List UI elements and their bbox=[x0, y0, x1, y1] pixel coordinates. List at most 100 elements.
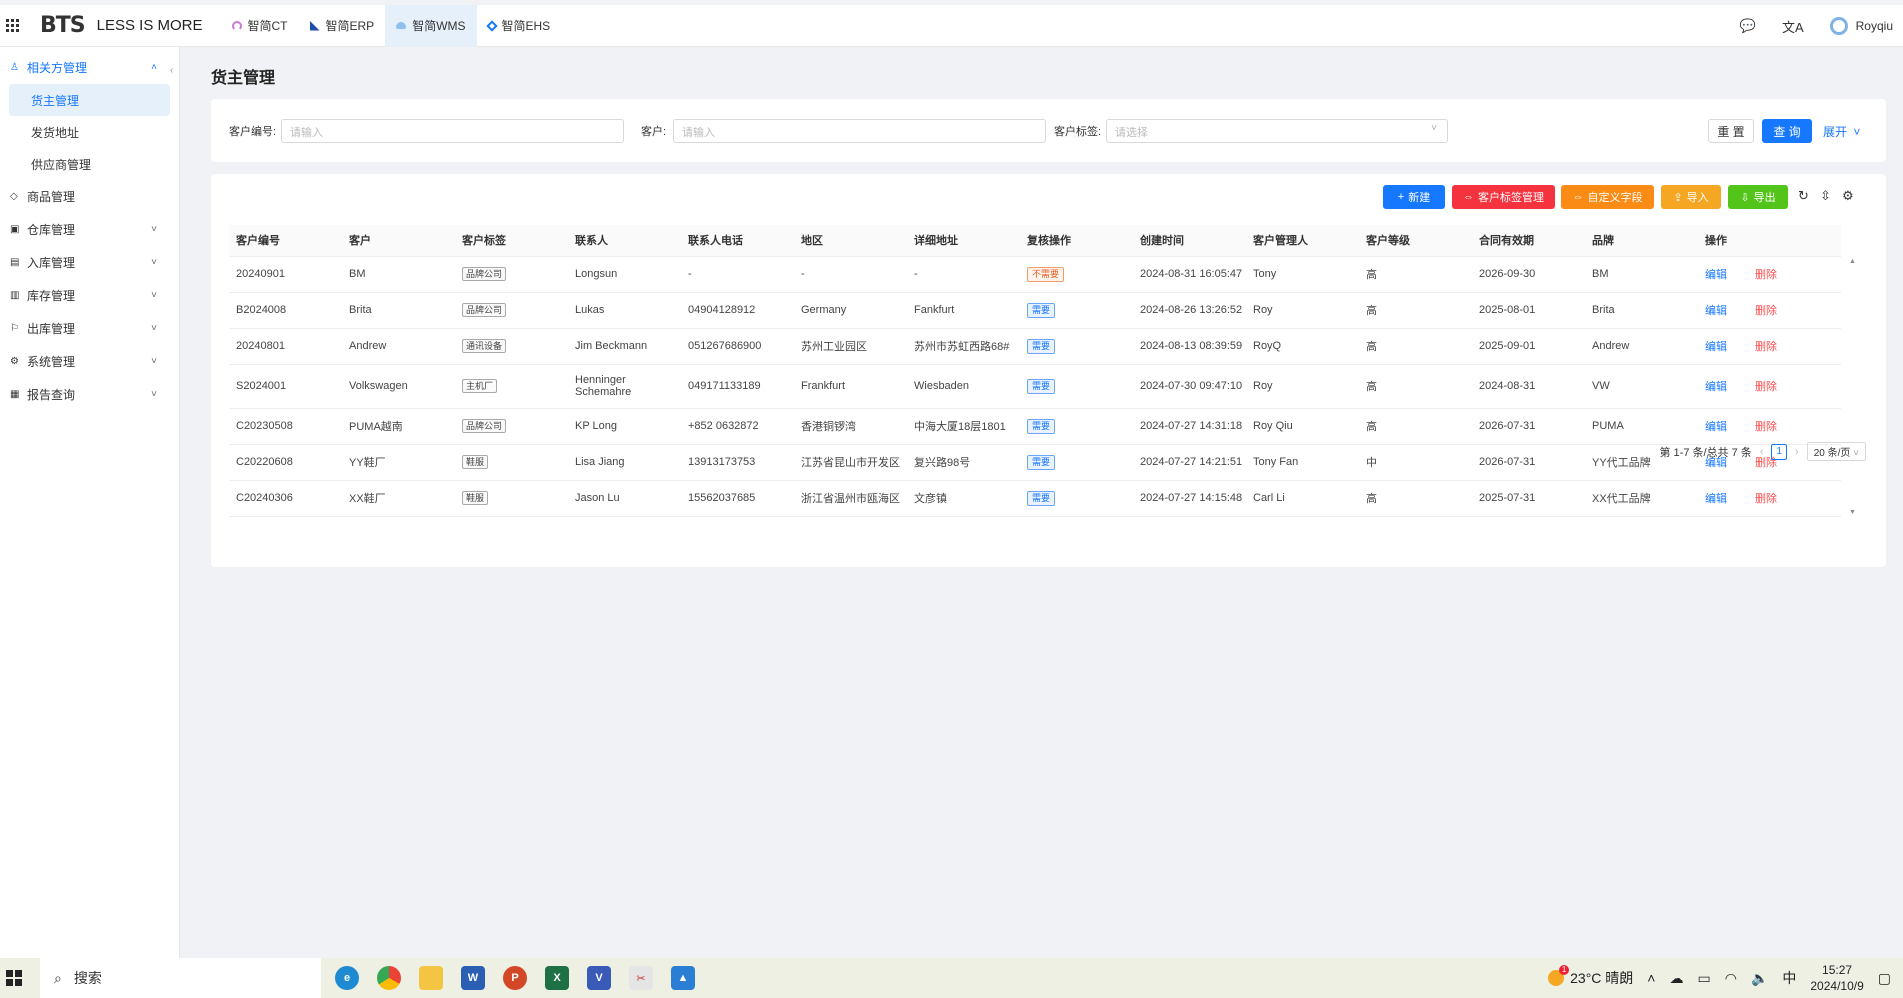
cell-customer: Volkswagen bbox=[342, 364, 455, 409]
volume-icon[interactable]: 🔈 bbox=[1751, 970, 1768, 987]
chrome-icon[interactable] bbox=[377, 966, 401, 990]
weather-widget[interactable]: 1 23°C 晴朗 bbox=[1548, 965, 1633, 988]
pagination: 第 1-7 条/总共 7 条 ‹ 1 › 20 条/页 ˅ bbox=[1659, 442, 1866, 461]
column-header[interactable]: 客户 bbox=[342, 225, 455, 257]
brand-logo[interactable]: BTS bbox=[40, 13, 86, 38]
column-header: 操作 bbox=[1698, 225, 1841, 257]
table-row[interactable]: 20240901 BM 品牌公司 Longsun - - - 不需要 2024-08-31 16… bbox=[229, 256, 1841, 293]
tag-manage-button[interactable]: ⇔ 客户标签管理 bbox=[1452, 185, 1555, 209]
wechat-icon[interactable]: 💬 bbox=[1740, 18, 1756, 34]
next-page-icon[interactable]: › bbox=[1795, 446, 1799, 458]
battery-icon[interactable]: ▭ bbox=[1697, 970, 1710, 987]
column-header[interactable]: 详细地址 bbox=[907, 225, 1020, 257]
column-header[interactable]: 客户管理人 bbox=[1246, 225, 1359, 257]
table-scrollbar[interactable]: ▲ ▼ bbox=[1847, 258, 1859, 516]
menu-group-stakeholders[interactable]: ♙ 相关方管理 ˄ bbox=[0, 51, 179, 84]
column-header[interactable]: 品牌 bbox=[1585, 225, 1698, 257]
prev-page-icon[interactable]: ‹ bbox=[1760, 446, 1764, 458]
export-button[interactable]: ⇩ 导出 bbox=[1728, 185, 1788, 209]
menu-group-outbound[interactable]: ⚐ 出库管理 ˅ bbox=[0, 312, 179, 345]
customer-code-input[interactable]: 请输入 bbox=[281, 119, 624, 143]
word-icon[interactable]: W bbox=[461, 966, 485, 990]
column-header[interactable]: 客户编号 bbox=[229, 225, 342, 257]
app-grid-icon[interactable] bbox=[6, 18, 20, 33]
page-size-select[interactable]: 20 条/页 ˅ bbox=[1806, 442, 1866, 461]
column-header[interactable]: 复核操作 bbox=[1020, 225, 1133, 257]
column-header[interactable]: 客户等级 bbox=[1359, 225, 1472, 257]
cell-customer: XX鞋厂 bbox=[342, 480, 455, 517]
delete-link[interactable]: 删除 bbox=[1755, 493, 1777, 505]
column-header[interactable]: 合同有效期 bbox=[1472, 225, 1585, 257]
menu-group-inbound[interactable]: ▤ 入库管理 ˅ bbox=[0, 246, 179, 279]
custom-field-button[interactable]: ⇔ 自定义字段 bbox=[1561, 185, 1654, 209]
user-menu[interactable]: Royqiu bbox=[1829, 17, 1893, 35]
wifi-icon[interactable]: ◠ bbox=[1725, 970, 1737, 987]
table-row[interactable]: S2024001 Volkswagen 主机厂 Henninger Schemahre… bbox=[229, 364, 1841, 409]
menu-group-inventory[interactable]: ▥ 库存管理 ˅ bbox=[0, 279, 179, 312]
customer-tag-select[interactable]: 请选择 ˅ bbox=[1106, 119, 1448, 143]
menu-group-warehouse[interactable]: ▣ 仓库管理 ˅ bbox=[0, 213, 179, 246]
sidebar-item-ship-address[interactable]: 发货地址 bbox=[9, 116, 170, 148]
settings-icon[interactable]: ⚙ bbox=[1842, 188, 1854, 204]
column-header[interactable]: 地区 bbox=[794, 225, 907, 257]
column-height-icon[interactable]: ⇳ bbox=[1820, 188, 1831, 204]
ime-indicator[interactable]: 中 bbox=[1782, 968, 1796, 988]
expand-link[interactable]: 展开 ˅ bbox=[1823, 123, 1860, 140]
app-tab-erp[interactable]: 智简ERP bbox=[299, 5, 386, 47]
reset-button[interactable]: 重 置 bbox=[1708, 119, 1754, 143]
refresh-icon[interactable]: ↻ bbox=[1798, 188, 1809, 204]
cloud-icon[interactable]: ☁ bbox=[1669, 970, 1683, 987]
edit-link[interactable]: 编辑 bbox=[1705, 381, 1727, 393]
excel-icon[interactable]: X bbox=[545, 966, 569, 990]
edit-link[interactable]: 编辑 bbox=[1705, 269, 1727, 281]
sidebar-item-owner[interactable]: 货主管理 bbox=[9, 84, 170, 116]
cell-contact: Jim Beckmann bbox=[568, 328, 681, 365]
powerpoint-icon[interactable]: P bbox=[503, 966, 527, 990]
sidebar-item-supplier[interactable]: 供应商管理 bbox=[9, 148, 170, 180]
file-explorer-icon[interactable] bbox=[419, 966, 443, 990]
clock[interactable]: 15:27 2024/10/9 bbox=[1810, 962, 1863, 994]
windows-start-icon[interactable] bbox=[6, 970, 22, 986]
page-number-button[interactable]: 1 bbox=[1771, 443, 1788, 460]
scroll-down-icon[interactable]: ▼ bbox=[1849, 509, 1856, 516]
edit-link[interactable]: 编辑 bbox=[1705, 341, 1727, 353]
cell-contact: Jason Lu bbox=[568, 480, 681, 517]
table-row[interactable]: 20240801 Andrew 通讯设备 Jim Beckmann 0512676869… bbox=[229, 328, 1841, 365]
column-header[interactable]: 联系人电话 bbox=[681, 225, 794, 257]
chevron-up-icon[interactable]: ˄ bbox=[1647, 970, 1655, 986]
column-header[interactable]: 创建时间 bbox=[1133, 225, 1246, 257]
customer-input[interactable]: 请输入 bbox=[673, 119, 1046, 143]
import-button[interactable]: ⇪ 导入 bbox=[1661, 185, 1721, 209]
menu-group-reports[interactable]: ▦ 报告查询 ˅ bbox=[0, 378, 179, 411]
column-header[interactable]: 客户标签 bbox=[455, 225, 568, 257]
delete-link[interactable]: 删除 bbox=[1755, 341, 1777, 353]
delete-link[interactable]: 删除 bbox=[1755, 305, 1777, 317]
query-button[interactable]: 查 询 bbox=[1762, 119, 1812, 143]
menu-group-goods[interactable]: ◇ 商品管理 bbox=[0, 180, 179, 213]
table-row[interactable]: C20220608 YY鞋厂 鞋服 Lisa Jiang 13913173753 江苏省昆… bbox=[229, 444, 1841, 481]
notification-icon[interactable]: ▢ bbox=[1878, 970, 1891, 987]
edge-icon[interactable]: e bbox=[335, 966, 359, 990]
edit-link[interactable]: 编辑 bbox=[1705, 421, 1727, 433]
table-row[interactable]: C20240306 XX鞋厂 鞋服 Jason Lu 15562037685 浙江省温州市… bbox=[229, 480, 1841, 517]
delete-link[interactable]: 删除 bbox=[1755, 421, 1777, 433]
snipping-tool-icon[interactable]: ✂ bbox=[629, 966, 653, 990]
app-tab-wms[interactable]: 智简WMS bbox=[385, 4, 477, 47]
table-row[interactable]: B2024008 Brita 品牌公司 Lukas 04904128912 Germany… bbox=[229, 292, 1841, 329]
app-tab-ct[interactable]: 智简CT bbox=[221, 5, 299, 47]
app-tab-ehs[interactable]: 智简EHS bbox=[477, 5, 562, 47]
photos-icon[interactable]: ▲ bbox=[671, 966, 695, 990]
taskbar-search[interactable]: ⌕ 搜索 bbox=[40, 958, 321, 998]
new-button[interactable]: + 新建 bbox=[1383, 185, 1445, 209]
table-row[interactable]: C20230508 PUMA越南 品牌公司 KP Long +852 0632872 香港… bbox=[229, 408, 1841, 445]
delete-link[interactable]: 删除 bbox=[1755, 269, 1777, 281]
delete-link[interactable]: 删除 bbox=[1755, 381, 1777, 393]
edit-link[interactable]: 编辑 bbox=[1705, 305, 1727, 317]
chevron-down-icon: ˅ bbox=[151, 290, 157, 301]
visio-icon[interactable]: V bbox=[587, 966, 611, 990]
edit-link[interactable]: 编辑 bbox=[1705, 493, 1727, 505]
menu-group-system[interactable]: ⚙ 系统管理 ˅ bbox=[0, 345, 179, 378]
scroll-up-icon[interactable]: ▲ bbox=[1849, 258, 1856, 265]
column-header[interactable]: 联系人 bbox=[568, 225, 681, 257]
translate-icon[interactable]: 文A bbox=[1782, 17, 1804, 36]
